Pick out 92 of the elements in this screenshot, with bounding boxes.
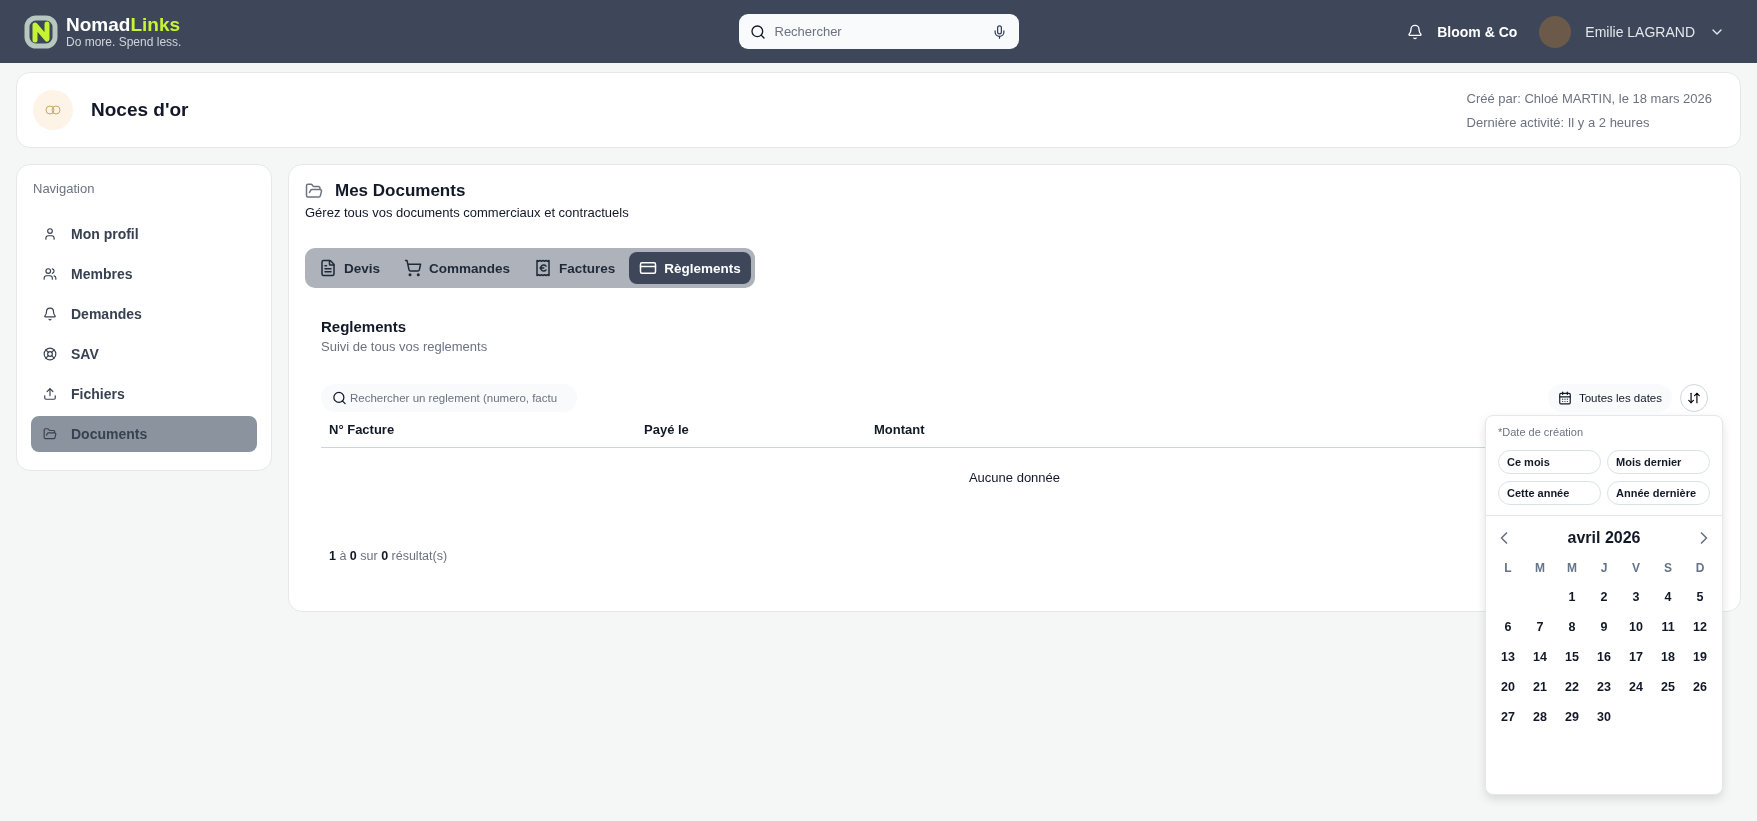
calendar-day[interactable]: 2 — [1588, 582, 1620, 612]
calendar-day[interactable]: 5 — [1684, 582, 1716, 612]
project-title: Noces d'or — [91, 99, 189, 121]
receipt-icon — [534, 259, 553, 277]
calendar-day[interactable]: 3 — [1620, 582, 1652, 612]
company-name[interactable]: Bloom & Co — [1437, 23, 1518, 40]
calendar-day[interactable]: 17 — [1620, 642, 1652, 672]
calendar-day[interactable]: 27 — [1492, 702, 1524, 732]
column-header: Payé le — [644, 422, 689, 437]
calendar-day[interactable]: 26 — [1684, 672, 1716, 702]
tab[interactable]: Devis — [309, 252, 391, 284]
sidebar-title: Navigation — [33, 181, 96, 196]
panel-subtitle: Gérez tous vos documents commerciaux et contractuels — [305, 205, 630, 220]
calendar-day[interactable]: 22 — [1556, 672, 1588, 702]
calendar-day[interactable]: 29 — [1556, 702, 1588, 732]
pagination-summary: 1 à 0 sur 0 résultat(s) — [329, 549, 448, 563]
cart-icon — [404, 259, 423, 277]
calendar-icon — [1557, 391, 1572, 405]
logo-icon — [24, 14, 58, 49]
calendar-day[interactable]: 24 — [1620, 672, 1652, 702]
user-name[interactable]: Emilie LAGRAND — [1585, 23, 1695, 40]
calendar-day[interactable]: 12 — [1684, 612, 1716, 642]
document-icon — [319, 259, 337, 277]
folder-icon — [43, 427, 57, 441]
calendar-day[interactable]: 10 — [1620, 612, 1652, 642]
calendar-day[interactable]: 8 — [1556, 612, 1588, 642]
preset-chip[interactable]: Ce mois — [1498, 450, 1601, 474]
search-field[interactable]: Rechercher — [738, 14, 1019, 49]
calendar-day[interactable]: 14 — [1524, 642, 1556, 672]
search-field[interactable]: Rechercher un reglement (numero, factu — [321, 384, 577, 412]
upload-icon — [43, 387, 57, 401]
weekday-label: L — [1503, 560, 1513, 577]
panel-title: Mes Documents — [335, 181, 466, 201]
tab[interactable]: Factures — [524, 252, 626, 284]
calendar-day[interactable]: 1 — [1556, 582, 1588, 612]
weekday-label: M — [1566, 560, 1578, 577]
weekday-label: S — [1663, 560, 1673, 577]
tab[interactable]: Règlements — [629, 252, 751, 284]
bell-icon — [43, 307, 57, 321]
lifebuoy-icon — [43, 347, 57, 361]
brand-name: NomadLinks — [66, 15, 182, 34]
created-by: Créé par: Chloé MARTIN, le 18 mars 2026 — [1466, 90, 1712, 106]
sort-button[interactable] — [1680, 384, 1708, 412]
card-icon — [639, 259, 658, 277]
date-filter-button[interactable]: Toutes les dates — [1547, 384, 1672, 412]
calendar-day[interactable]: 23 — [1588, 672, 1620, 702]
nav-item[interactable]: Mon profil — [31, 216, 257, 252]
empty-message: Aucune donnée — [968, 470, 1061, 485]
calendar-day[interactable]: 4 — [1652, 582, 1684, 612]
filter-label: *Date de création — [1498, 426, 1584, 438]
calendar-day[interactable]: 19 — [1684, 642, 1716, 672]
nav-item[interactable]: Demandes — [31, 296, 257, 332]
calendar-day[interactable]: 18 — [1652, 642, 1684, 672]
weekday-label: M — [1534, 560, 1546, 577]
weekday-label: V — [1631, 560, 1641, 577]
nav-item[interactable]: SAV — [31, 336, 257, 372]
user-icon — [43, 227, 57, 241]
nav-item[interactable]: Membres — [31, 256, 257, 292]
last-activity: Dernière activité: Il y a 2 heures — [1466, 114, 1651, 130]
preset-chip[interactable]: Mois dernier — [1607, 450, 1710, 474]
folder-icon — [305, 182, 323, 200]
preset-chip[interactable]: Année dernière — [1607, 481, 1710, 505]
calendar-day[interactable]: 15 — [1556, 642, 1588, 672]
sort-icon — [1687, 391, 1701, 405]
calendar-day[interactable]: 13 — [1492, 642, 1524, 672]
column-header: Montant — [874, 422, 925, 437]
calendar-day[interactable]: 9 — [1588, 612, 1620, 642]
tab[interactable]: Commandes — [394, 252, 521, 284]
search-icon — [332, 390, 347, 406]
calendar-day[interactable]: 16 — [1588, 642, 1620, 672]
column-header: N° Facture — [329, 422, 395, 437]
calendar-day[interactable]: 20 — [1492, 672, 1524, 702]
brand-tagline: Do more. Spend less. — [66, 36, 182, 48]
section-subtitle: Suivi de tous vos reglements — [321, 339, 489, 354]
preset-chip[interactable]: Cette année — [1498, 481, 1601, 505]
calendar-day[interactable]: 7 — [1524, 612, 1556, 642]
month-title: avril 2026 — [1567, 529, 1641, 547]
bell-icon[interactable] — [1407, 23, 1424, 40]
users-icon — [43, 267, 57, 281]
microphone-icon[interactable] — [991, 24, 1007, 39]
weekday-label: J — [1599, 560, 1609, 577]
calendar-day[interactable]: 6 — [1492, 612, 1524, 642]
nav-item[interactable]: Fichiers — [31, 376, 257, 412]
calendar-day[interactable]: 25 — [1652, 672, 1684, 702]
calendar-day[interactable]: 30 — [1588, 702, 1620, 732]
section-title: Reglements — [321, 318, 408, 335]
search-icon — [749, 23, 766, 40]
rings-icon — [45, 105, 61, 115]
weekday-label: D — [1694, 560, 1706, 577]
calendar-day[interactable]: 11 — [1652, 612, 1684, 642]
calendar-day[interactable]: 21 — [1524, 672, 1556, 702]
calendar-day[interactable]: 28 — [1524, 702, 1556, 732]
